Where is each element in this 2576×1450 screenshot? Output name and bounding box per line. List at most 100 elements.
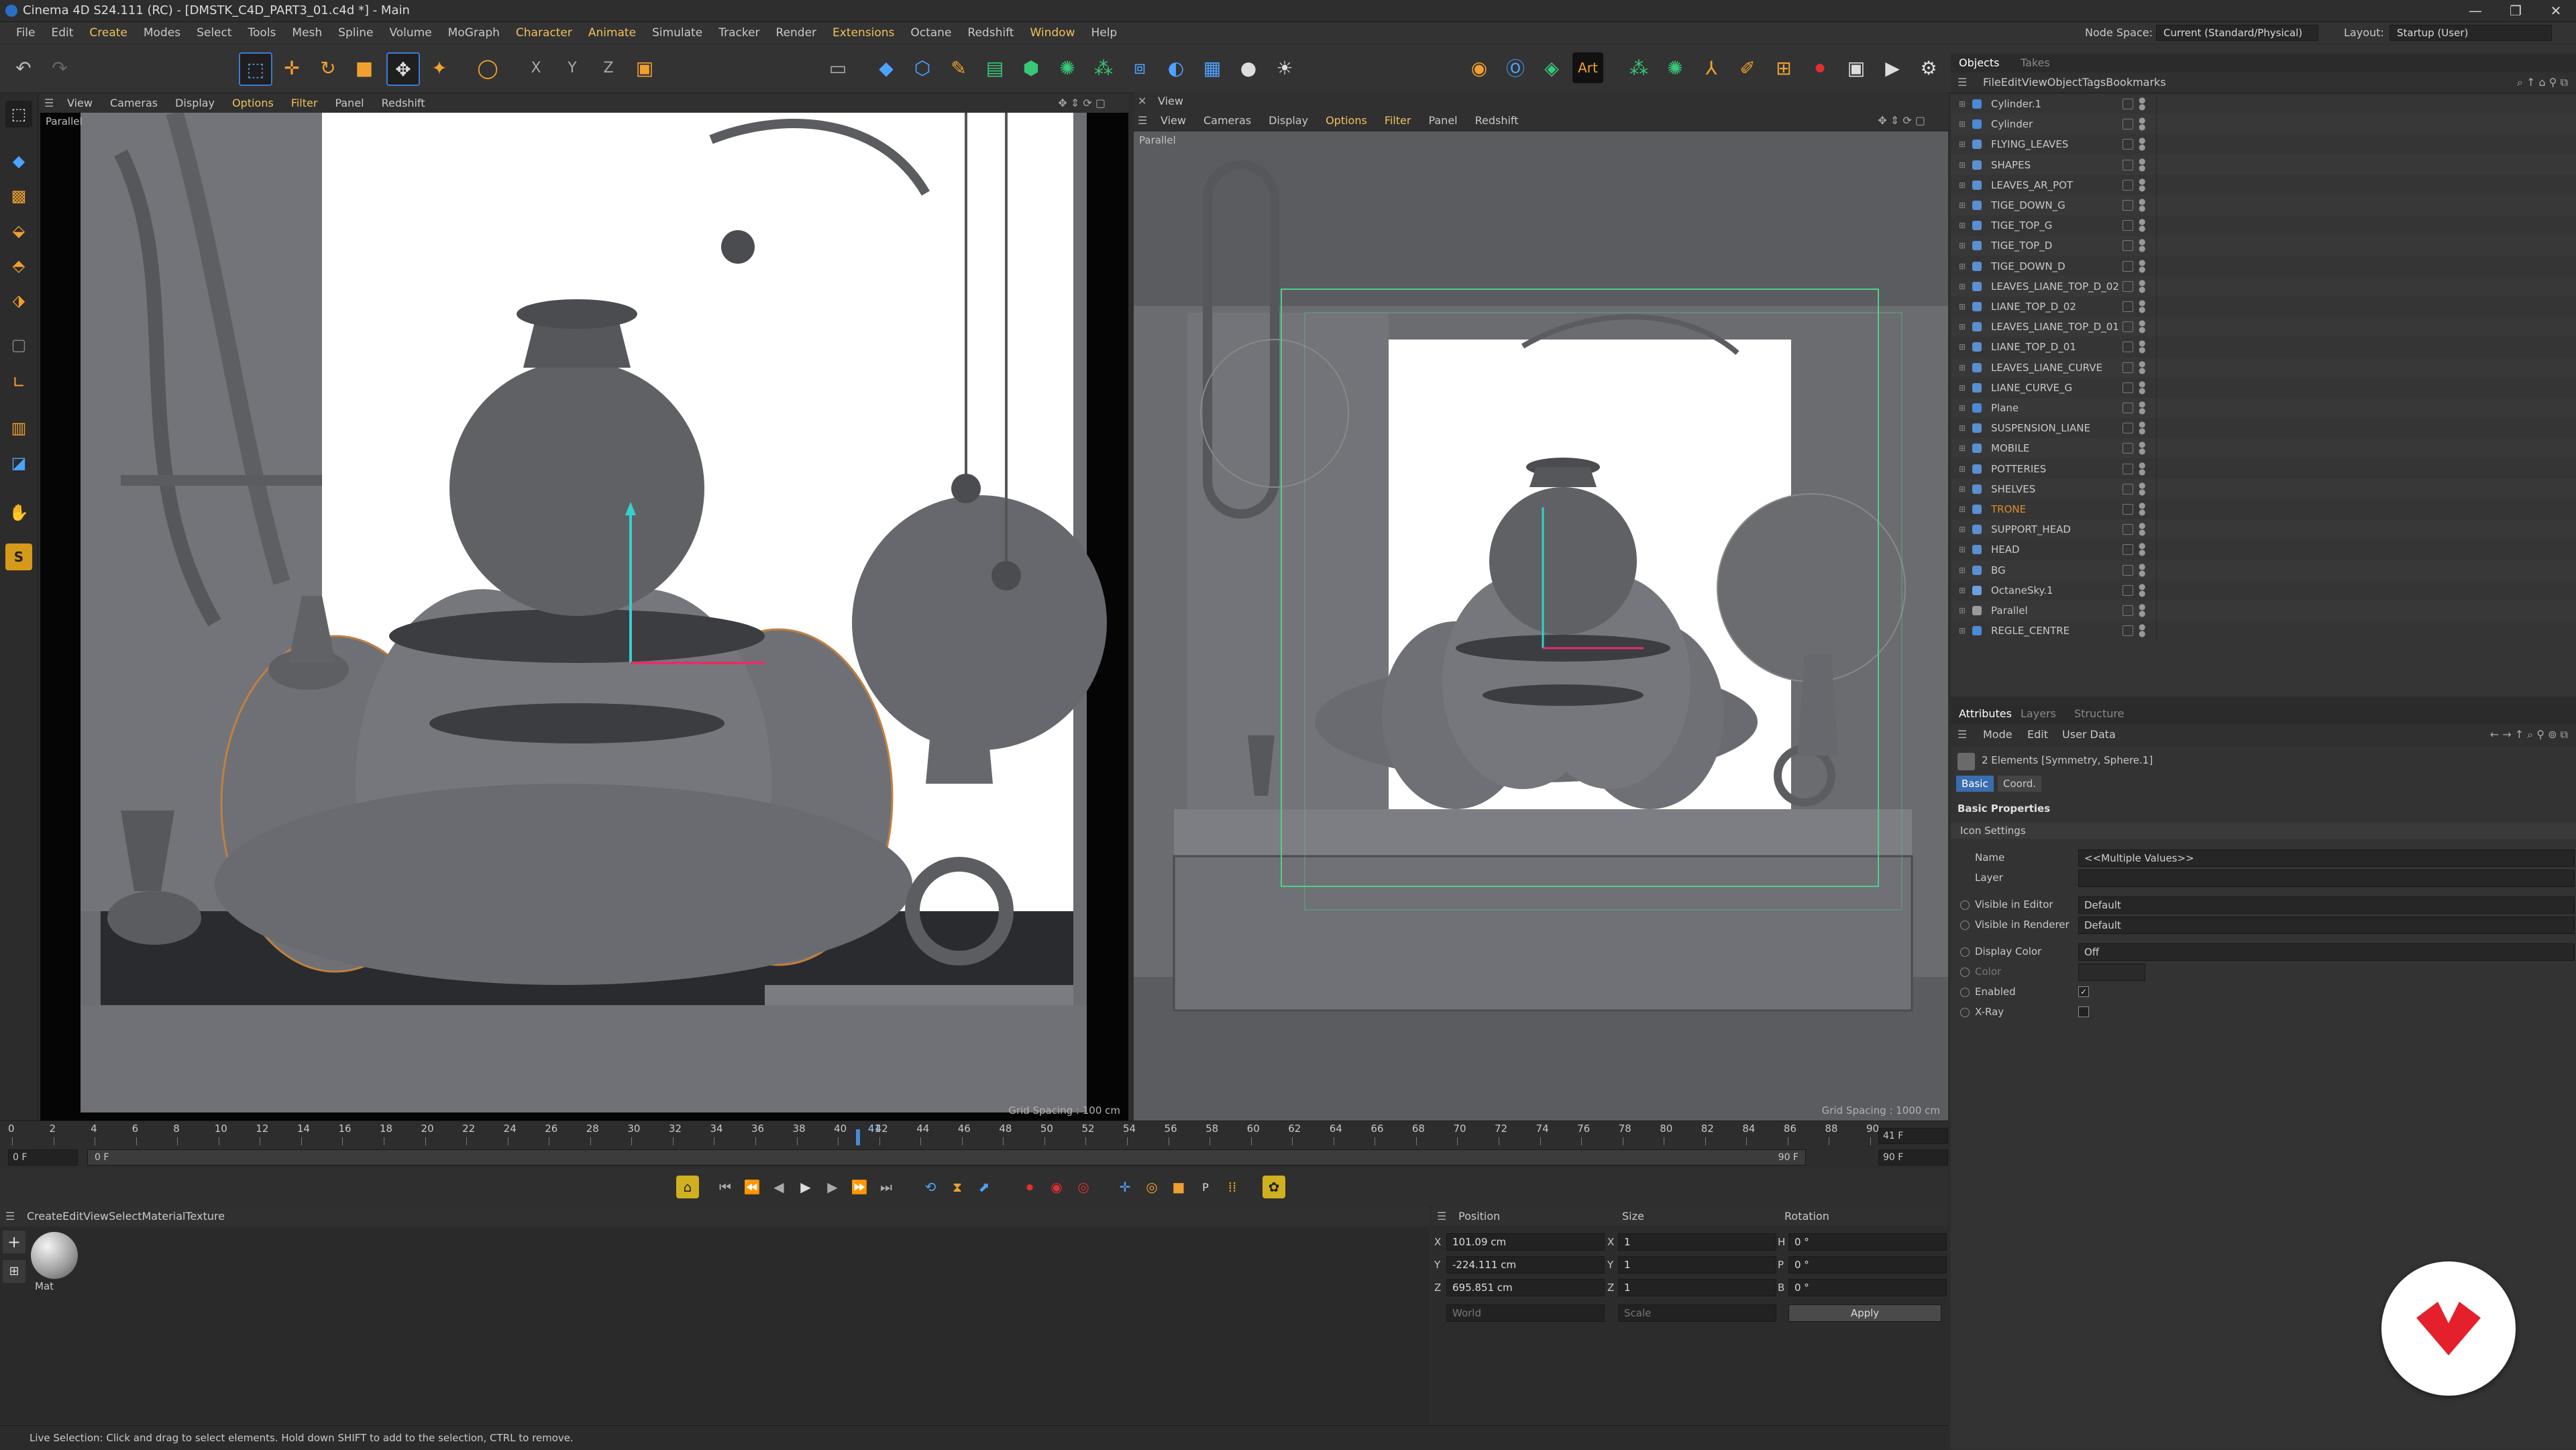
visibility-dots-icon[interactable]: ● ● [2139, 400, 2145, 415]
menu-window[interactable]: Window [1022, 22, 1083, 44]
recent-tool-icon[interactable]: ✦ [424, 52, 455, 83]
right-viewport-menu-cameras[interactable]: Cameras [1203, 114, 1251, 127]
subdivision-icon[interactable]: ⬢ [1016, 52, 1046, 83]
octane-live-viewer-icon[interactable]: ◉ [1464, 52, 1495, 83]
object-row[interactable]: ⊞ TIGE_DOWN_G ● ● [1951, 195, 2576, 215]
node-space-select[interactable]: Current (Standard/Physical) [2156, 25, 2318, 41]
record-pla-icon[interactable]: ⁞⁞ [1221, 1176, 1244, 1198]
expand-icon[interactable]: ⊞ [1959, 155, 1966, 175]
rotation-field[interactable]: 0 ° [1788, 1279, 1947, 1296]
keyframe-selection-icon[interactable]: ◎ [1072, 1176, 1095, 1198]
make-editable-icon[interactable]: ⬚ [5, 101, 32, 127]
object-row[interactable]: ⊞ LIANE_TOP_D_01 ● ● [1951, 337, 2576, 358]
layer-checkbox[interactable] [2123, 564, 2133, 576]
attributes-edit-menu[interactable]: Edit [2027, 725, 2048, 745]
expand-icon[interactable]: ⊞ [1959, 337, 1966, 357]
expand-icon[interactable]: ⊞ [1959, 519, 1966, 539]
attributes-nav-icon[interactable]: ← → ↑ ⌕ ⚲ ⊚ ⧉ [2490, 725, 2568, 745]
menu-mograph[interactable]: MoGraph [440, 22, 508, 44]
expand-icon[interactable]: ⊞ [1959, 94, 1966, 114]
live-selection-icon[interactable]: ⬚ [239, 52, 272, 86]
visibility-dots-icon[interactable]: ● ● [2139, 501, 2145, 516]
primitives-icon[interactable]: ⬡ [907, 52, 938, 83]
size-field[interactable]: 1 [1618, 1256, 1776, 1274]
left-viewport-menu-filter[interactable]: Filter [291, 97, 318, 109]
right-viewport-menu-redshift[interactable]: Redshift [1475, 114, 1519, 127]
material-name[interactable]: Mat [35, 1280, 54, 1292]
object-row[interactable]: ⊞ Plane ● ● [1951, 398, 2576, 418]
object-name[interactable]: SHAPES [1991, 155, 2031, 175]
coordinate-mode-select[interactable]: Scale [1618, 1304, 1776, 1322]
layer-checkbox[interactable] [2123, 179, 2133, 191]
expand-icon[interactable]: ⊞ [1959, 499, 1966, 519]
expand-icon[interactable]: ⊞ [1959, 134, 1966, 154]
position-field[interactable]: 101.09 cm [1446, 1233, 1605, 1251]
layer-checkbox[interactable] [2123, 260, 2133, 272]
layer-checkbox[interactable] [2123, 463, 2133, 474]
expand-icon[interactable]: ⊞ [1959, 378, 1966, 398]
object-row[interactable]: ⊞ SUSPENSION_LIANE ● ● [1951, 418, 2576, 439]
attributes-menu-icon[interactable]: ☰ [1957, 725, 1967, 745]
object-name[interactable]: Parallel [1991, 601, 2028, 621]
menu-help[interactable]: Help [1083, 22, 1125, 44]
close-button[interactable]: ✕ [2536, 0, 2576, 21]
menu-volume[interactable]: Volume [381, 22, 439, 44]
tab-objects[interactable]: Objects [1959, 54, 1999, 72]
redo-icon[interactable]: ↷ [44, 52, 75, 83]
layer-checkbox[interactable] [2123, 200, 2133, 211]
scheme-icon[interactable]: ✿ [1263, 1176, 1285, 1198]
visibility-dots-icon[interactable]: ● ● [2139, 177, 2145, 192]
object-name[interactable]: LIANE_TOP_D_01 [1991, 337, 2076, 357]
viewport-nav-icon[interactable]: ✥ ⇕ ⟳ ▢ [1058, 94, 1106, 113]
object-name[interactable]: TIGE_TOP_D [1991, 236, 2052, 256]
position-field[interactable]: -224.111 cm [1446, 1256, 1605, 1274]
expand-icon[interactable]: ⊞ [1959, 560, 1966, 580]
next-key-icon[interactable]: ⏩ [848, 1176, 871, 1198]
minimize-button[interactable]: — [2455, 0, 2496, 21]
left-viewport-menu-panel[interactable]: Panel [335, 97, 364, 109]
script-icon[interactable]: S [5, 543, 32, 570]
record-icon[interactable]: ⏺ [1805, 52, 1835, 83]
generator-icon[interactable]: ▤ [979, 52, 1010, 83]
expand-icon[interactable]: ⊞ [1959, 398, 1966, 418]
layer-checkbox[interactable] [2123, 280, 2133, 292]
art-icon[interactable]: Art [1572, 52, 1603, 83]
coordinate-system-icon[interactable]: ◯ [472, 52, 503, 83]
render-settings-icon[interactable]: ⚙ [1913, 52, 1944, 83]
render-view-icon[interactable]: ▭ [822, 52, 853, 83]
left-viewport[interactable]: Parallel Grid Spacing : 100 cm [40, 113, 1128, 1121]
menu-tracker[interactable]: Tracker [710, 22, 767, 44]
y-axis-lock-icon[interactable]: Y [557, 52, 588, 83]
autokey-record-icon[interactable]: ◉ [1045, 1176, 1068, 1198]
animate-radio-icon[interactable] [1960, 1008, 1970, 1017]
object-row[interactable]: ⊞ LIANE_CURVE_G ● ● [1951, 377, 2576, 398]
menu-octane[interactable]: Octane [902, 22, 959, 44]
uvw-mode-icon[interactable]: ▢ [5, 331, 32, 358]
object-name[interactable]: HEAD [1991, 539, 2020, 560]
render-region-icon[interactable]: ▣ [1841, 52, 1872, 83]
material-thumbnail[interactable] [31, 1232, 78, 1279]
object-menu-object[interactable]: Object [2047, 76, 2082, 89]
icon-settings-group[interactable]: Icon Settings [1951, 823, 2576, 839]
expand-icon[interactable]: ⊞ [1959, 621, 1966, 641]
expand-icon[interactable]: ⊞ [1959, 580, 1966, 601]
keyframe-icon[interactable]: ⧗ [946, 1176, 969, 1198]
layer-checkbox[interactable] [2123, 342, 2133, 353]
play-icon[interactable]: ▶ [794, 1176, 817, 1198]
material-menu-edit[interactable]: Edit [62, 1210, 83, 1223]
record-active-icon[interactable]: ⏺ [1018, 1176, 1041, 1198]
polygons-mode-icon[interactable]: ⬗ [5, 287, 32, 314]
material-menu-material[interactable]: Material [142, 1210, 185, 1223]
visibility-dots-icon[interactable]: ● ● [2139, 582, 2145, 597]
material-menu-select[interactable]: Select [109, 1210, 142, 1223]
object-name[interactable]: Plane [1991, 398, 2019, 418]
visibility-dots-icon[interactable]: ● ● [2139, 258, 2145, 273]
layer-checkbox[interactable] [2123, 504, 2133, 515]
object-name[interactable]: POTTERIES [1991, 459, 2046, 479]
object-name[interactable]: TRONE [1991, 499, 2026, 519]
layer-checkbox[interactable] [2123, 423, 2133, 434]
layer-checkbox[interactable] [2123, 159, 2133, 170]
object-row[interactable]: ⊞ Cylinder.1 ● ● [1951, 94, 2576, 114]
layer-checkbox[interactable] [2123, 301, 2133, 312]
color-field[interactable] [2078, 964, 2145, 981]
